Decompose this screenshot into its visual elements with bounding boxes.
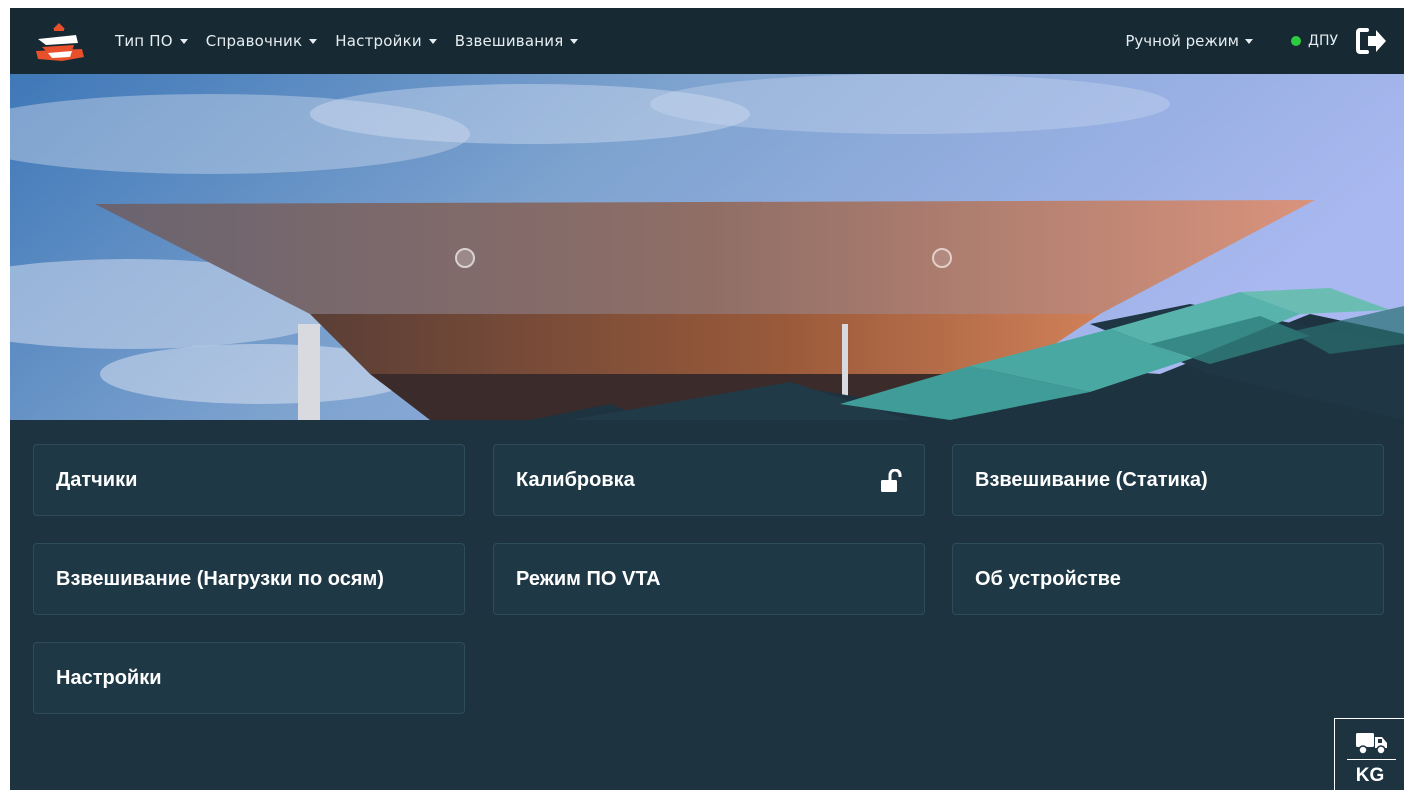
chevron-down-icon [570,38,579,44]
menu-label: Взвешивания [454,32,564,50]
card-settings[interactable]: Настройки [33,642,465,714]
card-vta-mode[interactable]: Режим ПО VTA [493,543,925,615]
menu-settings[interactable]: Настройки [335,32,437,50]
unit-label: KG [1355,765,1385,786]
mode-dropdown[interactable]: Ручной режим [1125,32,1253,50]
unlock-icon [881,469,902,492]
card-sensors[interactable]: Датчики [33,444,465,516]
main-menu: Тип ПО Справочник Настройки Взвешивания [115,8,579,74]
hero-banner [10,74,1404,420]
mode-label: Ручной режим [1125,32,1239,50]
card-label: Датчики [56,468,138,491]
divider [1347,759,1396,760]
status-label: ДПУ [1308,33,1338,49]
chevron-down-icon [1245,38,1253,44]
chevron-down-icon [309,38,318,44]
card-label: Об устройстве [975,567,1121,590]
top-navbar: Тип ПО Справочник Настройки Взвешивания … [10,8,1404,74]
logout-icon[interactable] [1356,27,1388,55]
card-static-weighing[interactable]: Взвешивание (Статика) [952,444,1384,516]
app-frame: Тип ПО Справочник Настройки Взвешивания … [10,8,1404,790]
card-label: Взвешивание (Нагрузки по осям) [56,567,384,590]
menu-label: Тип ПО [115,32,173,50]
card-label: Настройки [56,666,162,689]
menu-weighings[interactable]: Взвешивания [455,32,579,50]
chevron-down-icon [179,38,188,44]
menu-label: Настройки [335,32,422,50]
menu-label: Справочник [205,32,303,50]
card-label: Взвешивание (Статика) [975,468,1208,491]
unit-badge[interactable]: KG [1334,718,1404,790]
connection-status: ДПУ [1291,33,1338,49]
navbar-right: Ручной режим ДПУ [1125,8,1388,74]
truck-icon [1356,733,1387,755]
status-dot-icon [1291,36,1301,46]
menu-software-type[interactable]: Тип ПО [115,32,188,50]
card-label: Калибровка [516,468,635,491]
card-about-device[interactable]: Об устройстве [952,543,1384,615]
card-label: Режим ПО VTA [516,567,661,590]
menu-reference[interactable]: Справочник [206,32,318,50]
logo-icon[interactable] [32,21,86,63]
card-calibration[interactable]: Калибровка [493,444,925,516]
chevron-down-icon [428,38,437,44]
card-axle-load-weighing[interactable]: Взвешивание (Нагрузки по осям) [33,543,465,615]
